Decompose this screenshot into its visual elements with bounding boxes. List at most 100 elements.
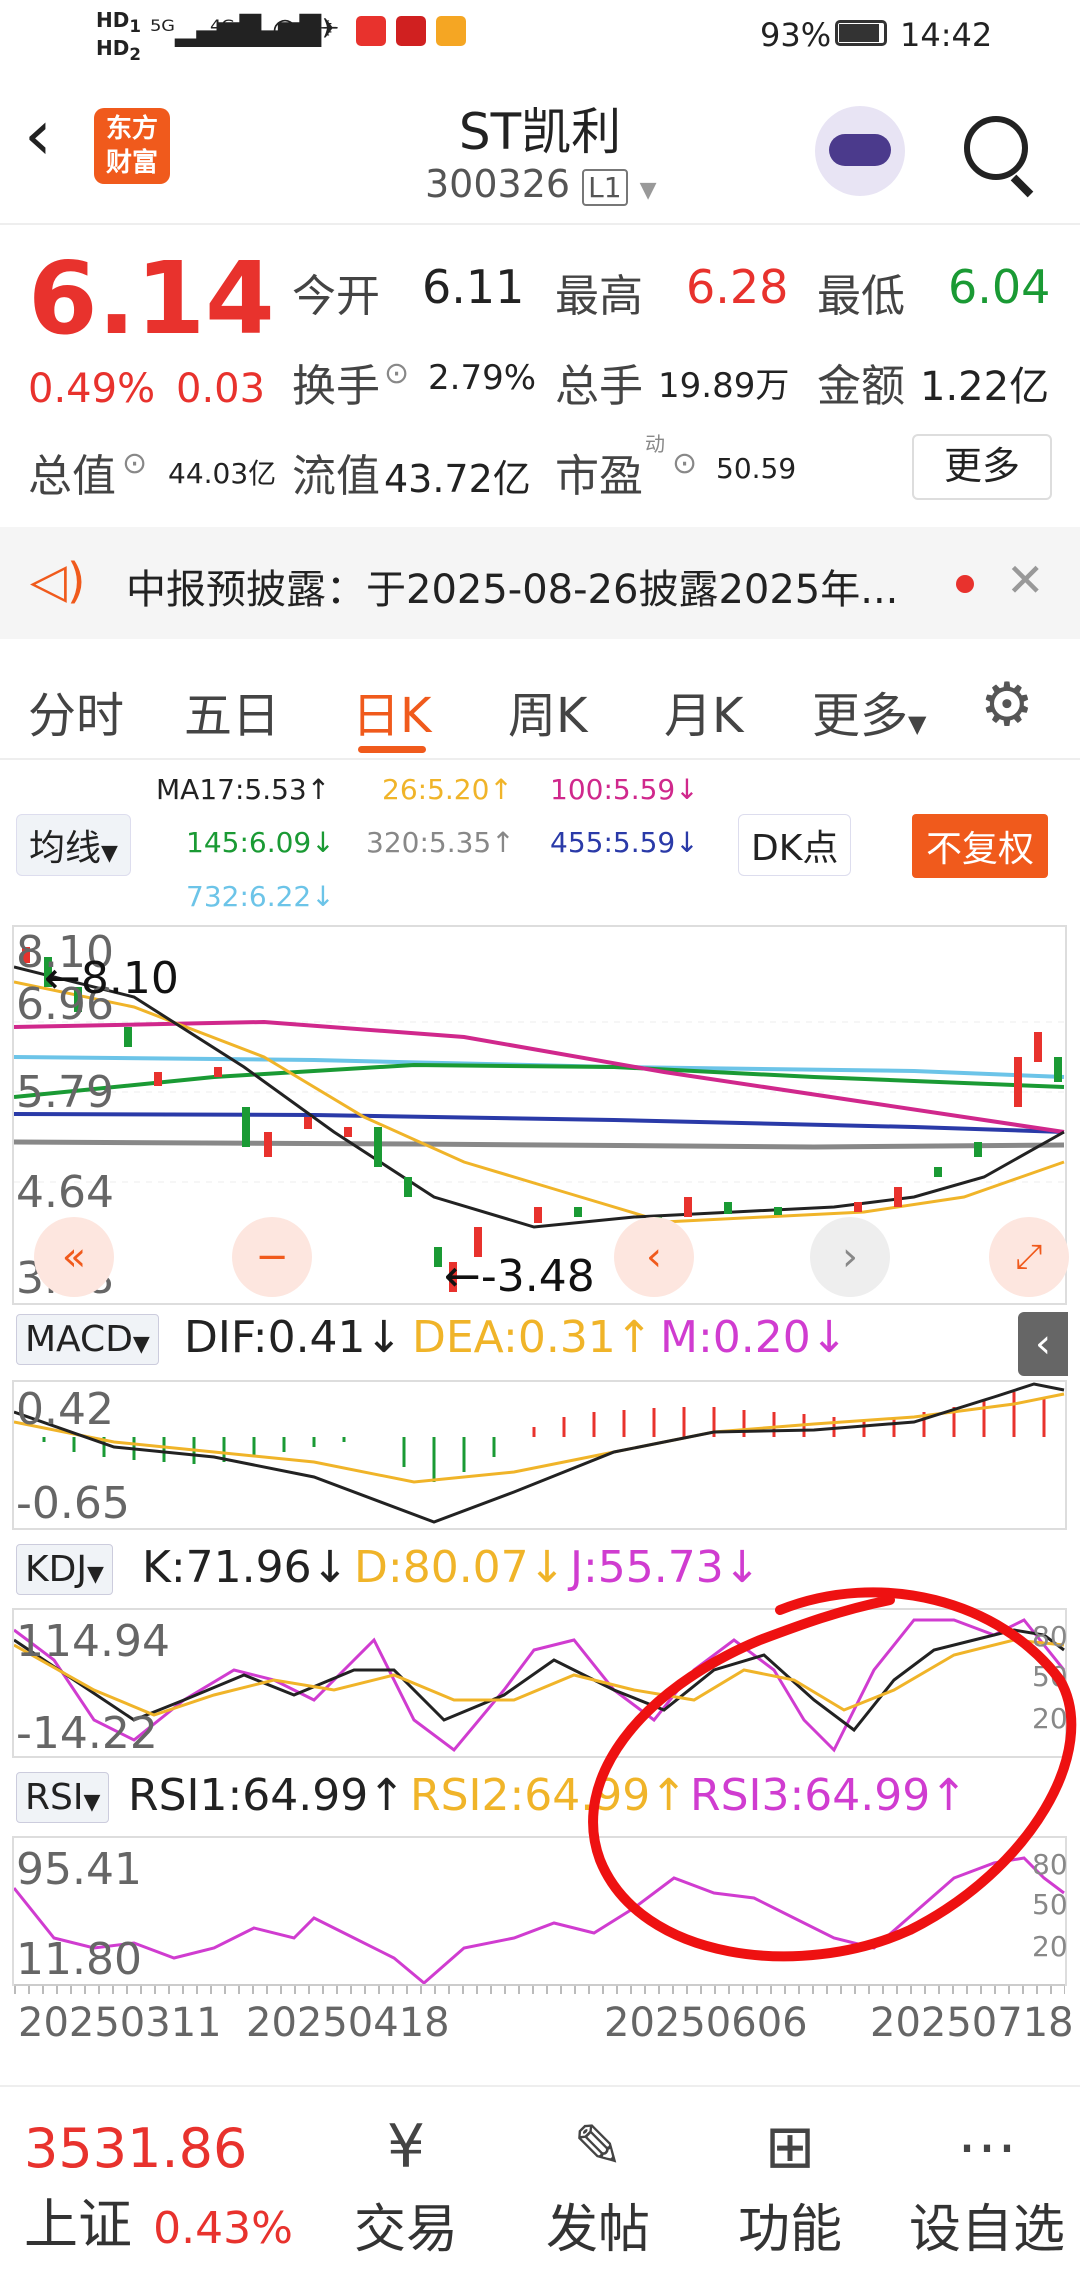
volume-value: 19.89万 [658, 366, 790, 406]
macd-m: M:0.20↓ [660, 1312, 848, 1363]
mktcap-label: 总值 [28, 451, 116, 502]
kdj-j-line [14, 1618, 1065, 1753]
ma17-label: MA17:5.53↑ [156, 773, 331, 806]
low-marker: ←-3.48 [444, 1251, 595, 1302]
grid-icon: ⊞ [764, 2112, 816, 2182]
active-tab-indicator [358, 746, 426, 753]
macd-y-label: 0.42 [16, 1384, 114, 1435]
info-icon[interactable]: ⊙ [672, 446, 697, 481]
trade-button[interactable]: ¥ 交易 [326, 2107, 486, 2262]
tab-intraday[interactable]: 分时 [28, 676, 124, 746]
collapse-panel-icon[interactable]: ‹ [1018, 1312, 1068, 1376]
ma455-line [14, 1112, 1065, 1134]
rsi-chart[interactable]: 95.41 11.80 80 50 20 [12, 1836, 1068, 1994]
period-tabs: 分时 五日 日K 周K 月K 更多▼ ⚙ [0, 640, 1080, 760]
next-icon[interactable]: › [810, 1217, 890, 1297]
app-icon [436, 16, 466, 46]
stock-name: ST凯利 [458, 103, 622, 161]
tab-five-day[interactable]: 五日 [184, 676, 280, 746]
close-icon[interactable]: ✕ [1006, 553, 1045, 607]
more-button[interactable]: 更多 [912, 434, 1052, 500]
unread-dot [956, 575, 974, 593]
zoom-out-icon[interactable]: − [232, 1217, 312, 1297]
search-icon-handle [1010, 174, 1034, 198]
ma26-line [14, 980, 1065, 1224]
robot-avatar[interactable] [815, 106, 905, 196]
hd-icon: HD1 HD2 [96, 8, 141, 64]
kdj-selector[interactable]: KDJ▼ [16, 1544, 113, 1595]
yen-cycle-icon: ¥ [386, 2112, 426, 2182]
kdj-svg [14, 1618, 1065, 1753]
turnover-label: 换手 [292, 361, 380, 412]
notice-bar[interactable]: ◁) 中报预披露：于2025-08-26披露2025年... ✕ [0, 527, 1080, 639]
rsi1-value: RSI1:64.99↑ [128, 1770, 406, 1821]
low-value: 6.04 [948, 260, 1051, 314]
rsi-selector[interactable]: RSI▼ [16, 1772, 110, 1823]
level-badge: L1 [582, 169, 628, 206]
kdj-level: 50 [1032, 1660, 1068, 1693]
status-bar: HD1 HD2 ⁵ᴳ▂▄▆█ ⁴ᴳ▂▄▆█ ◠ ✈ 93% 14:42 [0, 0, 1080, 70]
post-button[interactable]: ✎ 发帖 [518, 2107, 678, 2262]
open-value: 6.11 [422, 260, 525, 314]
macd-y-label: -0.65 [16, 1478, 130, 1529]
add-watchlist-button[interactable]: ⋯ 设自选 [902, 2107, 1072, 2262]
stock-header: ‹ 东方财富 ST凯利 300326 L1 ▼ [0, 70, 1080, 225]
search-icon[interactable] [964, 116, 1028, 180]
notice-text: 中报预披露：于2025-08-26披露2025年... [126, 567, 899, 613]
function-button[interactable]: ⊞ 功能 [710, 2107, 870, 2262]
kdj-level: 20 [1032, 1702, 1068, 1735]
rsi2-value: RSI2:64.99↑ [410, 1770, 688, 1821]
date-label: 20250606 [604, 2000, 808, 2046]
tab-monthly-k[interactable]: 月K [664, 676, 743, 746]
adjust-button[interactable]: 不复权 [912, 814, 1049, 878]
signal-4g-icon: ⁴ᴳ▂▄▆█ [210, 14, 322, 47]
nfc-icon: ✈ [316, 12, 340, 45]
time-axis-ticks [14, 1984, 1065, 1994]
rsi3-value: RSI3:64.99↑ [690, 1770, 968, 1821]
stock-code[interactable]: 300326 L1 ▼ [425, 162, 657, 206]
info-icon[interactable]: ⊙ [384, 356, 409, 391]
kline-y-label: 4.64 [16, 1167, 114, 1218]
rsi-level: 50 [1032, 1888, 1068, 1921]
settings-gear-icon[interactable]: ⚙ [980, 670, 1034, 740]
kdj-level: 80 [1032, 1620, 1068, 1653]
kdj-k-line [14, 1628, 1065, 1733]
float-cap-value: 43.72亿 [384, 457, 531, 501]
macd-dea-line [14, 1392, 1065, 1484]
index-name: 上证 [24, 2193, 132, 2256]
edit-icon: ✎ [572, 2112, 624, 2182]
ma145-label: 145:6.09↓ [186, 826, 335, 859]
clock: 14:42 [900, 16, 993, 54]
volume-label: 总手 [555, 361, 643, 412]
mktcap-value: 44.03亿 [168, 457, 277, 490]
ma17-line [14, 965, 1065, 1229]
date-label: 20250418 [246, 2000, 450, 2046]
pe-value: 50.59 [716, 452, 797, 485]
ma320-label: 320:5.35↑ [366, 826, 515, 859]
kline-y-label: 5.79 [16, 1067, 114, 1118]
change-percent: 0.49% [28, 366, 156, 412]
chevron-down-icon: ▼ [639, 178, 657, 203]
ma-selector[interactable]: 均线▼ [16, 814, 131, 876]
tab-weekly-k[interactable]: 周K [508, 676, 587, 746]
rewind-icon[interactable]: « [34, 1217, 114, 1297]
macd-selector[interactable]: MACD▼ [16, 1314, 159, 1365]
macd-chart[interactable]: 0.42 -0.65 [12, 1380, 1067, 1530]
ma100-label: 100:5.59↓ [550, 773, 699, 806]
tab-daily-k[interactable]: 日K [352, 676, 431, 746]
kdj-k: K:71.96↓ [142, 1542, 349, 1593]
tab-more[interactable]: 更多▼ [812, 676, 926, 746]
battery-percent: 93% [760, 16, 832, 54]
last-price: 6.14 [28, 240, 275, 357]
macd-dif: DIF:0.41↓ [184, 1312, 403, 1363]
macd-svg [14, 1382, 1065, 1524]
kline-chart[interactable]: 8.10 6.96 5.79 4.64 3.48 ←8.10 ←-3.48 « … [12, 925, 1069, 1305]
index-quote[interactable]: 3531.86 上证 0.43% [24, 2117, 293, 2259]
info-icon[interactable]: ⊙ [122, 446, 147, 481]
rsi-level: 20 [1032, 1930, 1068, 1963]
kdj-chart[interactable]: 114.94 -14.22 80 50 20 [12, 1608, 1068, 1759]
prev-icon[interactable]: ‹ [614, 1217, 694, 1297]
fullscreen-icon[interactable]: ⤢ [989, 1217, 1069, 1297]
rsi-line [14, 1856, 1065, 1984]
dk-point-button[interactable]: DK点 [738, 814, 852, 876]
